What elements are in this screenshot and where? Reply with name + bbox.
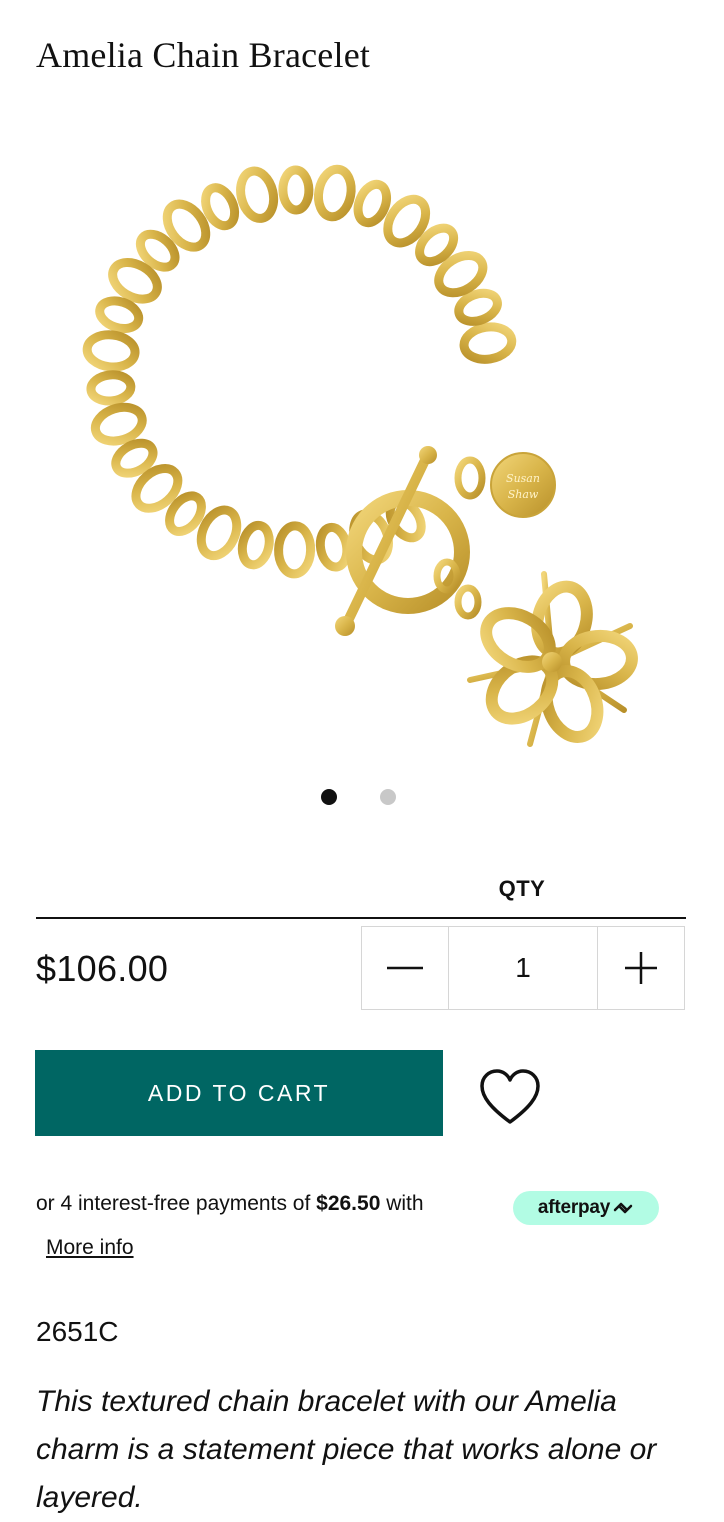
minus-icon (387, 966, 423, 970)
quantity-label: QTY (498, 876, 546, 901)
gallery-dot-active[interactable] (321, 789, 337, 805)
afterpay-prefix: or 4 interest-free payments of (36, 1192, 317, 1215)
add-to-cart-button[interactable]: ADD TO CART (35, 1050, 443, 1136)
chain-link (313, 164, 356, 222)
product-title: Amelia Chain Bracelet (36, 35, 371, 75)
chain-link (236, 166, 279, 223)
brand-tag (490, 452, 556, 518)
product-price: $106.00 (36, 948, 169, 989)
chain-link (459, 322, 517, 364)
gallery-pagination (0, 789, 724, 805)
quantity-value[interactable]: 1 (448, 927, 598, 1009)
heart-icon (480, 1069, 540, 1124)
more-info-link[interactable]: More info (46, 1236, 134, 1260)
chain-link (274, 521, 316, 579)
afterpay-amount: $26.50 (316, 1192, 381, 1215)
plus-icon (625, 952, 657, 984)
afterpay-badge[interactable]: afterpay (513, 1191, 659, 1225)
product-description: This textured chain bracelet with our Am… (36, 1385, 657, 1514)
decrement-button[interactable] (362, 927, 448, 1009)
increment-button[interactable] (598, 927, 684, 1009)
product-image: Susan Shaw (82, 164, 638, 747)
chain-link (237, 520, 274, 570)
product-sku: 2651C (36, 1316, 119, 1347)
chain-link (86, 370, 136, 406)
afterpay-message: or 4 interest-free payments of $26.50 wi… (36, 1192, 424, 1216)
quantity-stepper: 1 (361, 926, 685, 1010)
afterpay-logo-icon (613, 1202, 633, 1214)
svg-text:Susan: Susan (506, 472, 540, 485)
afterpay-suffix: with (380, 1192, 424, 1215)
flower-charm (467, 571, 638, 747)
chain-link (315, 522, 352, 572)
gallery-dot[interactable] (380, 789, 396, 805)
chain-link (278, 165, 314, 215)
product-image-gallery[interactable]: Susan Shaw (0, 120, 724, 780)
chain-link (82, 330, 140, 372)
svg-text:Shaw: Shaw (508, 488, 539, 501)
wishlist-button[interactable] (477, 1066, 543, 1128)
divider (36, 917, 686, 919)
afterpay-badge-label: afterpay (537, 1197, 611, 1218)
